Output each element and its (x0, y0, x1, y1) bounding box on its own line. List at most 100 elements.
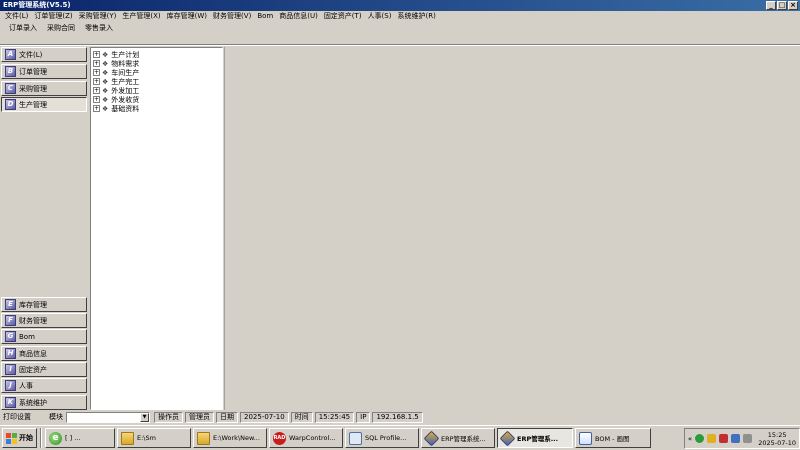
minimize-button[interactable]: _ (766, 1, 776, 10)
print-settings-link[interactable]: 打印设置 (0, 412, 34, 423)
module-label: 模块 (49, 413, 63, 421)
date-label: 日期 (216, 412, 238, 423)
ie-icon: e (49, 431, 62, 445)
taskbar-button-label: ERP管理系统... (441, 435, 486, 443)
menu-item[interactable]: 财务管理(V) (210, 11, 254, 22)
toolbar-button[interactable]: 采购合同 (42, 23, 80, 33)
module-icon: A (5, 49, 16, 60)
taskbar-button-label: SQL Profile... (365, 434, 407, 442)
menu-item[interactable]: 采购管理(Y) (76, 11, 120, 22)
taskbar-button[interactable]: e[ ] ... (45, 428, 115, 448)
notification-tray-icon[interactable] (707, 434, 717, 443)
nav-button[interactable]: A 文件(L) (1, 47, 87, 62)
nav-button-label: 库存管理 (19, 300, 47, 309)
erp-icon (499, 430, 516, 446)
nav-button[interactable]: K 系统维护 (1, 395, 87, 410)
folder-icon (197, 431, 210, 445)
ip-label: IP (356, 412, 371, 423)
expand-plus-icon[interactable]: + (93, 60, 100, 67)
start-label: 开始 (19, 434, 33, 442)
toolbar-button[interactable]: 零售录入 (80, 23, 118, 33)
module-select[interactable]: ▼ (66, 412, 150, 423)
maximize-button[interactable]: □ (777, 1, 787, 10)
module-tree[interactable]: + ❖ 生产计划 + ❖ 物料需求 + ❖ 车间生产 + ❖ 生产完工 + ❖ 外发加工 + ❖ 外发收货 + ❖ 基础… (90, 47, 223, 410)
tray-clock[interactable]: 15:25 2025-07-10 (758, 431, 796, 447)
menu-bar: 文件(L) 订单管理(Z) 采购管理(Y) 生产管理(X) 库存管理(W) 财务管理(V)… (0, 11, 800, 22)
volume-tray-icon[interactable] (743, 434, 753, 443)
expand-plus-icon[interactable]: + (93, 87, 100, 94)
erp-app-window: ERP管理系统(V5.5) _ □ × 文件(L) 订单管理(Z) 采购管理(Y) 生… (0, 0, 800, 450)
window-controls: _ □ × (766, 1, 798, 10)
expand-plus-icon[interactable]: + (93, 96, 100, 103)
date-value: 2025-07-10 (240, 412, 289, 423)
tree-node-icon: ❖ (102, 95, 109, 104)
module-icon: H (5, 348, 16, 359)
main-workspace[interactable] (224, 47, 800, 410)
taskbar-button[interactable]: E:\Sm (117, 428, 191, 448)
system-tray: « 15:25 2025-07-10 (683, 428, 800, 449)
paint-icon (579, 431, 592, 445)
toolbar-divider (0, 44, 800, 46)
toolbar-button[interactable]: 订单录入 (4, 23, 42, 33)
nav-button[interactable]: I 固定资产 (1, 362, 87, 377)
taskbar-button[interactable]: RAD WarpControl... (269, 428, 343, 448)
taskbar-button[interactable]: BOM - 画图 (575, 428, 651, 448)
nav-button-label: 固定资产 (19, 365, 47, 374)
network-tray-icon[interactable] (731, 434, 741, 443)
tree-node-icon: ❖ (102, 68, 109, 77)
taskbar-button[interactable]: ERP管理系统... (421, 428, 495, 448)
close-button[interactable]: × (788, 1, 798, 10)
tree-node[interactable]: + ❖ 基础资料 (93, 104, 139, 113)
module-icon: F (5, 315, 16, 326)
menu-item[interactable]: 订单管理(Z) (31, 11, 75, 22)
menu-item[interactable]: 文件(L) (2, 11, 31, 22)
nav-button[interactable]: J 人事 (1, 378, 87, 393)
expand-plus-icon[interactable]: + (93, 51, 100, 58)
menu-item[interactable]: 系统维护(R) (394, 11, 438, 22)
expand-plus-icon[interactable]: + (93, 69, 100, 76)
taskbar-button-label: WarpControl... (289, 434, 336, 442)
menu-item[interactable]: 商品信息(U) (276, 11, 321, 22)
menu-item[interactable]: 库存管理(W) (164, 11, 210, 22)
module-icon: G (5, 331, 16, 342)
task-list: e[ ] ... E:\Sm E:\Work\New... RAD WarpContro… (45, 428, 653, 448)
menu-item[interactable]: 生产管理(X) (119, 11, 163, 22)
chevron-down-icon[interactable]: ▼ (140, 413, 149, 422)
nav-button[interactable]: C 采购管理 (1, 81, 87, 96)
clock-time: 15:25 (767, 430, 787, 439)
nav-button[interactable]: D 生产管理 (1, 97, 87, 112)
taskbar-button-label: BOM - 画图 (595, 435, 630, 443)
ip-value: 192.168.1.5 (372, 412, 423, 423)
module-icon: D (5, 99, 16, 110)
nav-button[interactable]: E 库存管理 (1, 297, 87, 312)
refresh-tray-icon[interactable] (695, 434, 705, 443)
windows-logo-icon (6, 432, 17, 444)
taskbar-button-label: E:\Sm (137, 434, 156, 442)
expand-plus-icon[interactable]: + (93, 105, 100, 112)
status-bar: 打印设置 模块 ▼ 操作员 管理员 日期 2025-07-10 时间 15:25… (0, 411, 800, 424)
module-icon: E (5, 299, 16, 310)
operator-label: 操作员 (154, 412, 183, 423)
security-tray-icon[interactable] (719, 434, 729, 443)
nav-button[interactable]: H 商品信息 (1, 346, 87, 361)
menu-item[interactable]: Bom (254, 11, 276, 22)
taskbar-button[interactable]: SQL Profile... (345, 428, 419, 448)
expand-plus-icon[interactable]: + (93, 78, 100, 85)
nav-button[interactable]: G Bom (1, 329, 87, 344)
taskbar-button[interactable]: ERP管理系... (497, 428, 573, 448)
nav-button-label: 生产管理 (19, 100, 47, 109)
menu-item[interactable]: 固定资产(T) (321, 11, 365, 22)
tree-node-icon: ❖ (102, 59, 109, 68)
menu-item[interactable]: 人事(S) (365, 11, 395, 22)
nav-button[interactable]: B 订单管理 (1, 64, 87, 79)
tray-expand-icon[interactable]: « (688, 435, 692, 443)
operator-value: 管理员 (185, 412, 214, 423)
nav-button[interactable]: F 财务管理 (1, 313, 87, 328)
nav-button-label: Bom (19, 332, 35, 341)
taskbar-button-label: ERP管理系... (517, 435, 559, 443)
taskbar-separator (40, 428, 42, 448)
title-bar[interactable]: ERP管理系统(V5.5) _ □ × (0, 0, 800, 11)
quick-toolbar: 订单录入 采购合同 零售录入 (0, 22, 800, 34)
start-button[interactable]: 开始 (2, 428, 37, 448)
taskbar-button[interactable]: E:\Work\New... (193, 428, 267, 448)
